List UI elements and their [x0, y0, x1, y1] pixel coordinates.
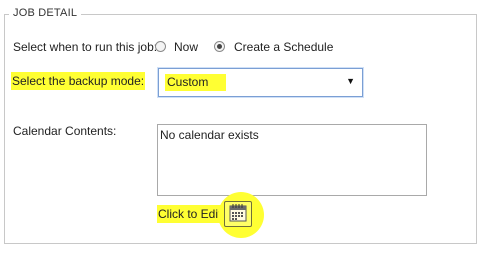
calendar-contents-textarea[interactable]: No calendar exists [157, 124, 427, 196]
calendar-icon [225, 202, 251, 226]
click-to-edit-label: Click to Edit: [157, 205, 226, 223]
run-when-label: Select when to run this job: [13, 40, 158, 54]
fieldset-legend: JOB DETAIL [9, 7, 82, 19]
radio-create-schedule[interactable] [214, 41, 225, 52]
triangle-down-icon: ▼ [346, 76, 355, 86]
click-to-edit-text: Click to Edit: [157, 205, 226, 223]
radio-now-label[interactable]: Now [174, 40, 198, 54]
calendar-contents-label: Calendar Contents: [13, 124, 117, 138]
edit-calendar-button[interactable] [224, 201, 252, 227]
backup-mode-label-text: Select the backup mode: [11, 72, 146, 90]
backup-mode-label: Select the backup mode: [11, 72, 146, 90]
radio-now[interactable] [155, 41, 166, 52]
radio-create-schedule-label[interactable]: Create a Schedule [234, 40, 333, 54]
backup-mode-selected-value: Custom [165, 74, 226, 91]
backup-mode-select[interactable]: Custom ▼ [158, 68, 363, 97]
